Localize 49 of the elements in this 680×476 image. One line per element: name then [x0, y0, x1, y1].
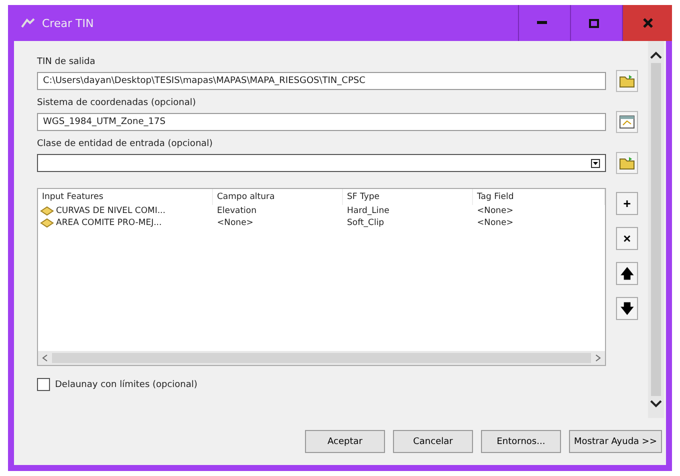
- table-cell-text: Hard_Line: [346, 205, 390, 217]
- table-cell-text: <None>: [476, 205, 514, 217]
- checkbox[interactable]: [37, 378, 50, 391]
- minimize-icon: [536, 21, 546, 25]
- polygon-layer-icon: [40, 206, 54, 216]
- coordinate-window-icon: [619, 114, 635, 130]
- dropdown-field[interactable]: [37, 154, 606, 172]
- field-label: Clase de entidad de entrada (opcional): [37, 139, 214, 149]
- scroll-up-icon: [650, 51, 662, 59]
- field-label: Sistema de coordenadas (opcional): [37, 98, 197, 108]
- dialog-button[interactable]: Cancelar: [392, 430, 473, 453]
- column-header[interactable]: Campo altura: [213, 189, 343, 205]
- input-field[interactable]: C:\Users\dayan\Desktop\TESIS\mapas\MAPAS\MAPA_RIESGOS\TIN_CPSC: [37, 72, 606, 90]
- dialog-button[interactable]: Mostrar Ayuda >>: [568, 430, 662, 453]
- list-action-button[interactable]: ×: [616, 227, 638, 250]
- vertical-scrollbar[interactable]: [648, 41, 664, 418]
- close-button[interactable]: [622, 5, 672, 41]
- checkbox-label: Delaunay con límites (opcional): [55, 380, 198, 390]
- browse-button[interactable]: [616, 152, 638, 174]
- table-cell: CURVAS DE NIVEL COMI...: [56, 206, 166, 216]
- input-field[interactable]: WGS_1984_UTM_Zone_17S: [37, 113, 606, 131]
- tool-icon: [20, 17, 36, 29]
- scroll-down-icon: [650, 400, 662, 408]
- folder-icon: [619, 74, 635, 88]
- column-header[interactable]: Tag Field: [473, 189, 605, 205]
- table-cell-text: Elevation: [216, 205, 258, 217]
- column-header[interactable]: SF Type: [343, 189, 473, 205]
- dropdown-arrow-icon: [591, 158, 600, 168]
- scroll-left-icon: [42, 354, 48, 362]
- table-cell: AREA COMITE PRO-MEJ...: [56, 218, 162, 228]
- list-action-button[interactable]: +: [616, 192, 638, 215]
- list-action-button[interactable]: 🡇: [616, 297, 638, 320]
- field-label: TIN de salida: [37, 57, 96, 67]
- browse-button[interactable]: [616, 70, 638, 92]
- table-cell-text: <None>: [476, 217, 514, 229]
- column-header[interactable]: Input Features: [38, 189, 213, 205]
- dialog-button[interactable]: Entornos...: [480, 430, 561, 453]
- horizontal-scrollbar[interactable]: [38, 351, 605, 365]
- scroll-right-icon: [595, 354, 601, 362]
- polygon-layer-icon: [40, 218, 54, 228]
- properties-button[interactable]: [616, 111, 638, 133]
- dialog-button[interactable]: Aceptar: [304, 430, 385, 453]
- table-cell-text: Soft_Clip: [346, 217, 386, 229]
- window-title: Crear TIN: [42, 16, 94, 30]
- close-icon: [642, 18, 652, 28]
- list-action-button[interactable]: 🡅: [616, 262, 638, 285]
- maximize-icon: [588, 18, 598, 28]
- folder-icon: [619, 156, 635, 170]
- table-cell-text: <None>: [216, 217, 254, 229]
